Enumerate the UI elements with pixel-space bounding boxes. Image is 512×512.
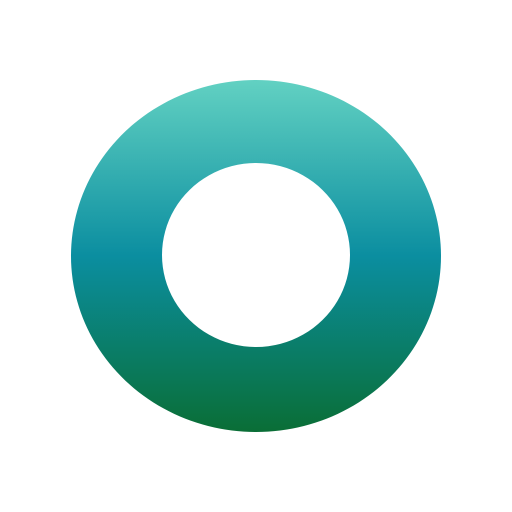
ring-shape xyxy=(70,80,441,432)
app-icon-canvas xyxy=(0,0,512,512)
ring-logo-icon xyxy=(70,80,441,432)
